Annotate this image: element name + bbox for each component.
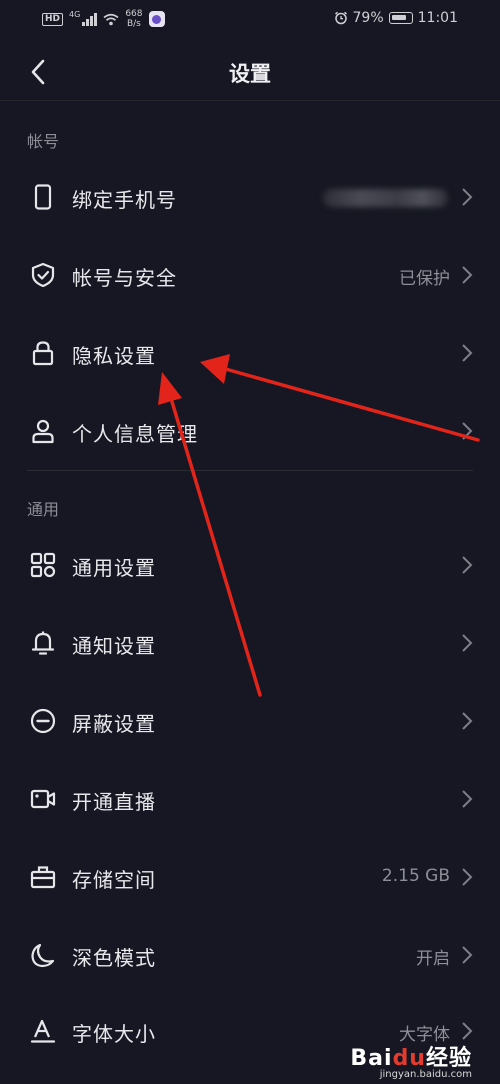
settings-item-live-stream[interactable]: 开通直播 bbox=[0, 764, 500, 834]
speed-value: 668 bbox=[125, 9, 143, 19]
settings-item-label: 屏蔽设置 bbox=[72, 712, 156, 736]
section-title-account: 帐号 bbox=[27, 132, 60, 151]
chevron-right-icon bbox=[462, 1022, 473, 1040]
wifi-icon bbox=[103, 13, 119, 25]
settings-item-general[interactable]: 通用设置 bbox=[0, 530, 500, 600]
battery-percent: 79% bbox=[352, 10, 384, 26]
font-size-icon bbox=[30, 1019, 56, 1043]
battery-icon bbox=[388, 12, 413, 24]
chevron-right-icon bbox=[462, 266, 473, 284]
settings-item-block[interactable]: 屏蔽设置 bbox=[0, 686, 500, 756]
section-title-general: 通用 bbox=[27, 500, 60, 519]
header-divider bbox=[0, 100, 500, 101]
video-camera-icon bbox=[30, 789, 56, 809]
person-icon bbox=[32, 419, 54, 444]
settings-item-label: 存储空间 bbox=[72, 868, 156, 892]
moon-icon bbox=[31, 943, 55, 968]
settings-item-personal-info[interactable]: 个人信息管理 bbox=[0, 396, 500, 466]
settings-item-label: 开通直播 bbox=[72, 790, 156, 814]
settings-item-label: 通知设置 bbox=[72, 634, 156, 658]
phone-icon bbox=[34, 184, 52, 210]
watermark-brand-prefix: Bai bbox=[350, 1046, 393, 1071]
clock-time: 11:01 bbox=[417, 10, 458, 26]
network-type: 4G bbox=[69, 9, 81, 19]
alarm-icon bbox=[334, 11, 347, 25]
watermark-brand-middle: du bbox=[392, 1046, 426, 1071]
grid-icon bbox=[30, 552, 56, 578]
settings-item-label: 字体大小 bbox=[72, 1022, 156, 1046]
watermark-brand: Baidu经验 bbox=[350, 1040, 472, 1072]
lock-icon bbox=[32, 341, 54, 366]
page-title: 设置 bbox=[229, 62, 271, 86]
speed-unit: B/s bbox=[126, 19, 141, 29]
app-notification-icon bbox=[148, 11, 165, 27]
settings-item-value: 2.15 GB bbox=[381, 866, 450, 886]
chevron-right-icon bbox=[462, 946, 473, 964]
settings-item-label: 个人信息管理 bbox=[72, 422, 198, 446]
settings-item-notifications[interactable]: 通知设置 bbox=[0, 608, 500, 678]
chevron-right-icon bbox=[462, 634, 473, 652]
chevron-right-icon bbox=[462, 188, 473, 206]
hd-indicator: HD bbox=[42, 12, 64, 26]
settings-item-label: 通用设置 bbox=[72, 556, 156, 580]
settings-item-value: 开启 bbox=[416, 949, 450, 969]
settings-item-privacy[interactable]: 隐私设置 bbox=[0, 318, 500, 388]
settings-item-label: 深色模式 bbox=[72, 946, 156, 970]
settings-item-label: 帐号与安全 bbox=[72, 266, 177, 290]
settings-item-account-security[interactable]: 帐号与安全 已保护 bbox=[0, 240, 500, 310]
masked-phone-number bbox=[323, 189, 448, 207]
settings-item-storage[interactable]: 存储空间 2.15 GB bbox=[0, 842, 500, 912]
section-divider bbox=[27, 470, 473, 471]
network-speed: 668 B/s bbox=[125, 9, 142, 29]
chevron-right-icon bbox=[462, 344, 473, 362]
settings-item-label: 绑定手机号 bbox=[72, 188, 177, 212]
status-right: 79% 11:01 bbox=[334, 10, 458, 26]
chevron-right-icon bbox=[462, 790, 473, 808]
chevron-right-icon bbox=[462, 868, 473, 886]
signal-icon bbox=[82, 12, 98, 26]
settings-item-dark-mode[interactable]: 深色模式 开启 bbox=[0, 920, 500, 990]
block-icon bbox=[30, 708, 56, 734]
settings-item-bind-phone[interactable]: 绑定手机号 bbox=[0, 162, 500, 232]
settings-item-label: 隐私设置 bbox=[72, 344, 156, 368]
status-bar: HD 4G 668 B/s 79% 11:01 bbox=[0, 0, 500, 40]
chevron-right-icon bbox=[462, 422, 473, 440]
status-left: HD 4G 668 B/s bbox=[42, 9, 165, 29]
chevron-right-icon bbox=[462, 712, 473, 730]
bell-icon bbox=[31, 631, 55, 655]
settings-item-value: 已保护 bbox=[399, 269, 450, 289]
baidu-jingyan-watermark: Baidu经验 jingyan.baidu.com bbox=[350, 1040, 472, 1080]
storage-box-icon bbox=[30, 866, 56, 889]
watermark-brand-suffix: 经验 bbox=[425, 1046, 472, 1071]
top-app-bar: 设置 bbox=[0, 44, 500, 100]
settings-screen: HD 4G 668 B/s 79% 11:01 设置 帐号 绑定手机号 帐号与安… bbox=[0, 0, 500, 1084]
shield-check-icon bbox=[31, 262, 55, 288]
chevron-right-icon bbox=[462, 556, 473, 574]
